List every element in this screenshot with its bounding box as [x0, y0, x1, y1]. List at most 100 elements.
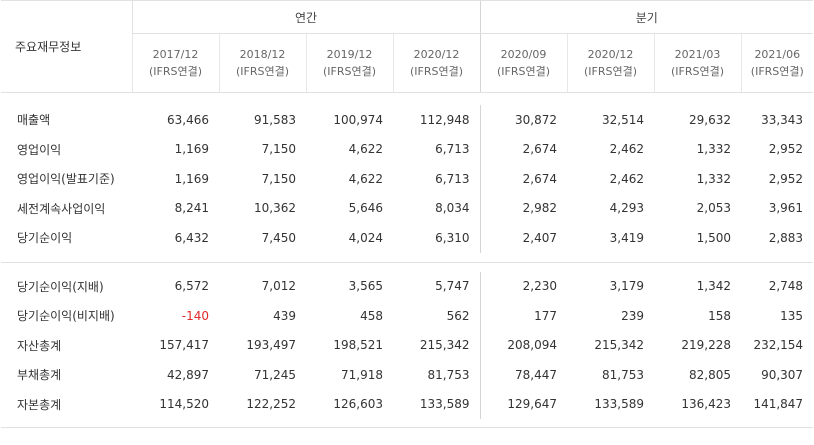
row-label: 세전계속사업이익: [17, 201, 106, 216]
table-row: 자본총계 114,520 122,252 126,603 133,589 129,647 1…: [1, 389, 813, 419]
value-cell: 2,748: [768, 279, 804, 294]
value-cell: 6,713: [435, 171, 470, 186]
value-cell: 232,154: [753, 338, 804, 353]
value-cell: 29,632: [689, 112, 732, 127]
value-cell: 136,423: [681, 397, 732, 412]
value-cell: 100,974: [333, 112, 383, 127]
value-cell: 6,572: [174, 279, 209, 294]
value-cell: 6,713: [435, 142, 470, 157]
value-cell: 2,462: [609, 171, 645, 186]
value-cell: 133,589: [594, 397, 645, 412]
value-cell: 8,034: [435, 201, 470, 216]
row-label: 영업이익(발표기준): [17, 172, 115, 187]
value-cell: 1,332: [696, 142, 732, 157]
period-date: 2020/12: [413, 48, 460, 61]
value-cell: 2,952: [768, 142, 804, 157]
value-cell: 141,847: [753, 397, 804, 412]
period-basis: (IFRS연결): [410, 65, 464, 78]
value-cell: 1,169: [174, 142, 209, 157]
period-header-3: 2020/12 (IFRS연결): [392, 33, 481, 93]
value-cell: 158: [708, 308, 732, 323]
period-date: 2020/12: [587, 48, 634, 61]
value-cell: 129,647: [479, 389, 568, 419]
value-cell: 42,897: [167, 367, 209, 382]
value-cell: 4,622: [348, 142, 383, 157]
value-cell: 7,150: [261, 171, 296, 186]
period-date: 2019/12: [326, 48, 373, 61]
period-header-6: 2021/03 (IFRS연결): [653, 33, 742, 93]
value-cell: 33,343: [761, 112, 804, 127]
corner-label: 주요재무정보: [1, 0, 132, 93]
value-cell: 4,293: [609, 201, 645, 216]
value-cell: 198,521: [333, 338, 383, 353]
period-basis: (IFRS연결): [584, 65, 638, 78]
value-cell: 1,169: [174, 171, 209, 186]
value-cell: 2,230: [479, 271, 568, 301]
value-cell: 2,462: [609, 142, 645, 157]
value-cell: 3,419: [609, 230, 645, 245]
value-cell: 219,228: [681, 338, 732, 353]
value-cell: 458: [360, 308, 383, 323]
table-row: 부채총계 42,897 71,245 71,918 81,753 78,447 81,753…: [1, 360, 813, 390]
value-cell: 78,447: [479, 360, 568, 390]
period-date: 2021/06: [754, 48, 801, 61]
value-cell: 2,674: [479, 164, 568, 194]
value-cell: 32,514: [602, 112, 645, 127]
value-cell: 114,520: [159, 397, 209, 412]
value-cell: 126,603: [333, 397, 383, 412]
value-cell: 5,646: [348, 201, 383, 216]
period-basis: (IFRS연결): [497, 65, 551, 78]
value-cell: 2,883: [768, 230, 804, 245]
value-cell: 71,245: [254, 367, 296, 382]
value-cell: 81,753: [427, 367, 470, 382]
value-cell: 30,872: [479, 105, 568, 135]
value-cell: 562: [446, 308, 470, 323]
value-cell: 8,241: [174, 201, 209, 216]
table-row: 당기순이익(비지배) -140 439 458 562 177 239 158 135: [1, 301, 813, 331]
value-cell: 7,012: [261, 279, 296, 294]
value-cell: 81,753: [602, 367, 645, 382]
value-cell: 2,053: [696, 201, 732, 216]
value-cell: 5,747: [435, 279, 470, 294]
value-cell: 1,500: [696, 230, 732, 245]
value-cell: 2,982: [479, 193, 568, 223]
group-header-quarter: 분기: [479, 0, 814, 34]
table-row: 당기순이익(지배) 6,572 7,012 3,565 5,747 2,230 3,179 1…: [1, 271, 813, 301]
value-cell: 10,362: [254, 201, 296, 216]
period-header-5: 2020/12 (IFRS연결): [566, 33, 655, 93]
table-row: 영업이익 1,169 7,150 4,622 6,713 2,674 2,462 1,332 2…: [1, 134, 813, 164]
value-cell: 439: [273, 308, 296, 323]
value-cell: 239: [621, 308, 645, 323]
row-label: 자본총계: [17, 397, 62, 412]
value-cell: 1,342: [696, 279, 732, 294]
period-basis: (IFRS연결): [671, 65, 725, 78]
value-cell: 2,407: [479, 223, 568, 253]
period-date: 2017/12: [152, 48, 199, 61]
period-header-2: 2019/12 (IFRS연결): [305, 33, 393, 93]
value-cell: 1,332: [696, 171, 732, 186]
value-cell: 122,252: [246, 397, 296, 412]
value-cell: 112,948: [419, 112, 470, 127]
period-basis: (IFRS연결): [750, 65, 804, 78]
period-basis: (IFRS연결): [148, 65, 203, 78]
period-date: 2020/09: [500, 48, 547, 61]
table-row: 영업이익(발표기준) 1,169 7,150 4,622 6,713 2,674 2,462…: [1, 164, 813, 194]
value-cell: 215,342: [419, 338, 470, 353]
value-cell: 7,450: [261, 230, 296, 245]
period-header-1: 2018/12 (IFRS연결): [218, 33, 306, 93]
value-cell: 193,497: [246, 338, 296, 353]
value-cell: 3,179: [609, 279, 645, 294]
value-cell: 135: [780, 308, 804, 323]
value-cell: 3,565: [348, 279, 383, 294]
table-row: 당기순이익 6,432 7,450 4,024 6,310 2,407 3,419 1,500…: [1, 223, 813, 253]
period-header-0: 2017/12 (IFRS연결): [131, 33, 219, 93]
value-cell: 215,342: [594, 338, 645, 353]
value-cell: 4,024: [348, 230, 383, 245]
value-cell: 4,622: [348, 171, 383, 186]
row-label: 매출액: [17, 113, 51, 128]
table-row: 자산총계 157,417 193,497 198,521 215,342 208,094 2…: [1, 330, 813, 360]
value-cell: 6,432: [174, 230, 209, 245]
value-cell: 90,307: [761, 367, 804, 382]
value-cell: 133,589: [419, 397, 470, 412]
value-cell: 63,466: [167, 112, 209, 127]
